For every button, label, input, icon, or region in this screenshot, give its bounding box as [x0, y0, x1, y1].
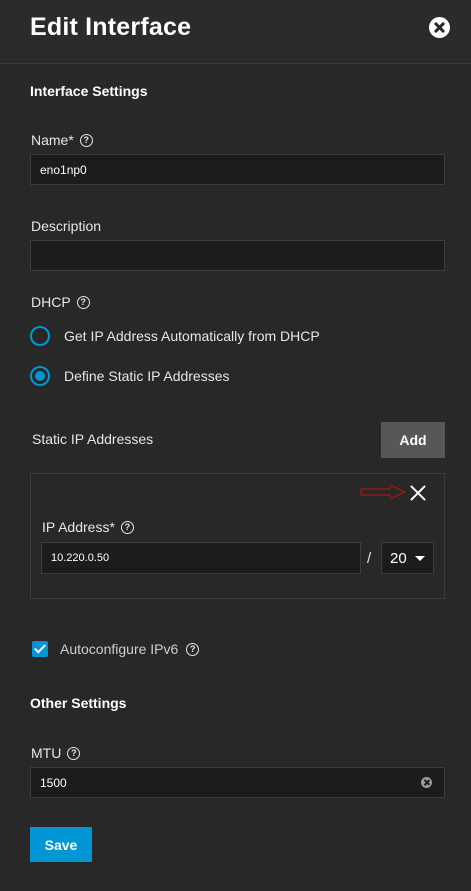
name-label: Name* ?: [31, 132, 93, 148]
autoconfigure-ipv6-label: Autoconfigure IPv6 ?: [60, 641, 200, 657]
add-button[interactable]: Add: [381, 422, 445, 458]
help-icon[interactable]: ?: [186, 642, 200, 656]
dialog-header: Edit Interface: [0, 0, 471, 64]
description-input[interactable]: [30, 240, 445, 271]
dhcp-auto-option[interactable]: Get IP Address Automatically from DHCP: [30, 326, 320, 346]
netmask-separator: /: [367, 550, 372, 567]
netmask-value: 20: [390, 549, 407, 567]
interface-settings-heading: Interface Settings: [30, 83, 148, 99]
radio-button-checked[interactable]: [30, 366, 50, 386]
ip-address-value: 10.220.0.50: [51, 552, 110, 564]
ip-address-input[interactable]: 10.220.0.50: [41, 542, 361, 574]
static-ip-heading: Static IP Addresses: [32, 431, 154, 447]
dialog-title: Edit Interface: [30, 13, 192, 41]
remove-ip-close-icon[interactable]: [409, 484, 427, 502]
name-input[interactable]: eno1np0: [30, 154, 445, 185]
help-icon[interactable]: ?: [79, 133, 93, 147]
dhcp-label: DHCP ?: [31, 294, 90, 310]
other-settings-heading: Other Settings: [30, 695, 127, 711]
ip-address-label: IP Address* ?: [42, 519, 134, 535]
autoconfigure-ipv6-checkbox[interactable]: [32, 641, 48, 657]
mtu-label: MTU ?: [31, 745, 81, 761]
close-icon[interactable]: [429, 17, 450, 38]
mtu-value: 1500: [40, 775, 67, 790]
annotation-arrow-icon: [360, 485, 406, 499]
radio-button[interactable]: [30, 326, 50, 346]
chevron-down-icon: [415, 556, 425, 561]
clear-icon[interactable]: [421, 777, 432, 788]
description-label: Description: [31, 218, 102, 234]
help-icon[interactable]: ?: [76, 295, 90, 309]
help-icon[interactable]: ?: [67, 746, 81, 760]
mtu-input[interactable]: 1500: [30, 767, 445, 798]
save-button[interactable]: Save: [30, 827, 92, 862]
netmask-select[interactable]: 20: [381, 542, 434, 574]
help-icon[interactable]: ?: [120, 520, 134, 534]
dhcp-static-option[interactable]: Define Static IP Addresses: [30, 366, 230, 386]
